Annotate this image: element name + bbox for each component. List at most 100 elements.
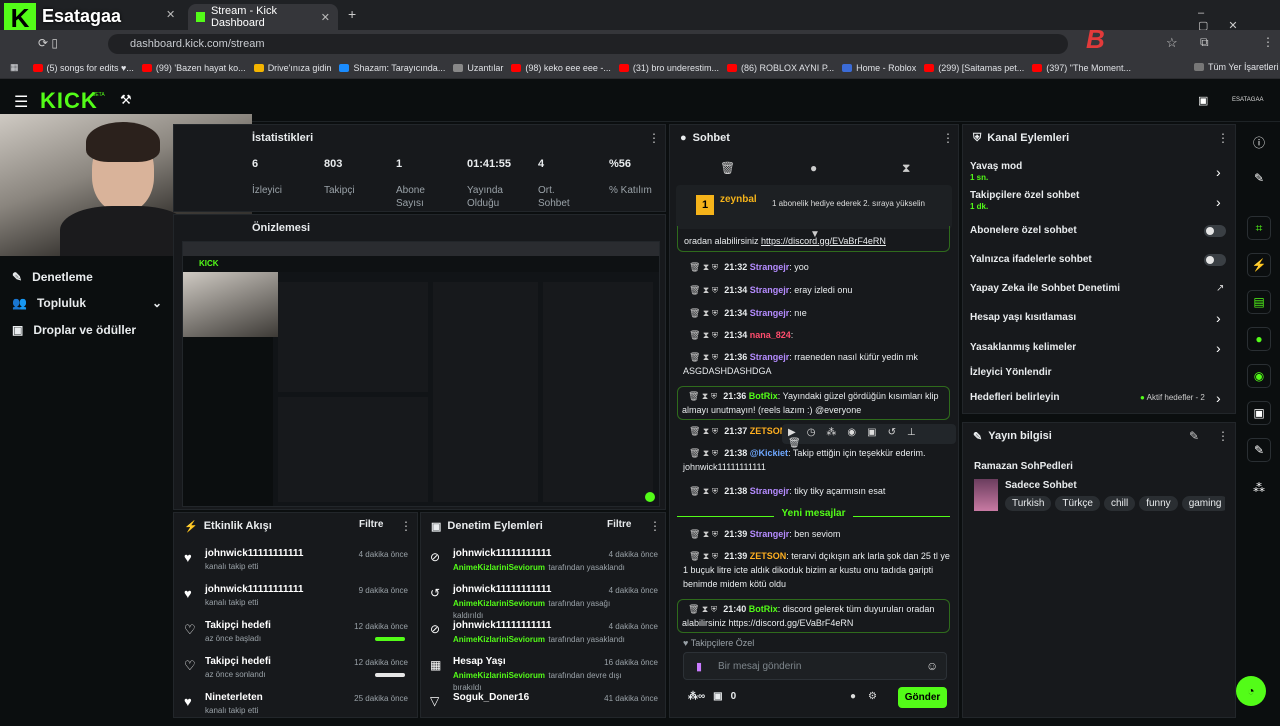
chat-message[interactable]: 🗑 ⧗ ⛨ 21:34 Strangejr: eray izledi onu: [683, 283, 951, 297]
chevron-right-icon[interactable]: ›: [1216, 194, 1221, 210]
bookmark-item[interactable]: Home - Roblox: [842, 63, 916, 73]
mod-tools-icon[interactable]: 🗑 ⧗ ⛨: [689, 529, 718, 539]
message-user[interactable]: nana_824: [750, 330, 791, 340]
stack-icon[interactable]: ▣: [1247, 401, 1271, 425]
mod-tools-icon[interactable]: 🗑 ⧗ ⛨: [688, 391, 717, 401]
message-user[interactable]: Strangejr: [750, 308, 790, 318]
chat-bubble-icon[interactable]: ●: [810, 161, 817, 175]
bookmark-item[interactable]: (299) [Saitamas pet...: [924, 63, 1024, 73]
mod-tools-icon[interactable]: 🗑 ⧗ ⛨: [689, 352, 718, 362]
ai-moderation-label[interactable]: Yapay Zeka ile Sohbet Denetimi: [970, 283, 1120, 294]
nav-buttons[interactable]: ⟳ ▯: [38, 36, 58, 50]
bookmark-item[interactable]: (31) bro underestim...: [618, 63, 719, 73]
discord-link[interactable]: https://discord.gg/EVaBrF4eRN: [761, 236, 886, 246]
chat-message[interactable]: 🗑 ⧗ ⛨ 21:40 BotRix: discord gelerek tüm d…: [677, 599, 950, 633]
chat-message[interactable]: 🗑 ⧗ ⛨ 21:36 BotRix: Yayındaki güzel gördü…: [677, 386, 950, 420]
pinned-user[interactable]: zeynbal: [720, 194, 757, 205]
nav-droplar[interactable]: ▣ Droplar ve ödüller: [12, 323, 136, 337]
chat-message[interactable]: 🗑 ⧗ ⛨ 21:39 Strangejr: ben seviom: [683, 527, 951, 541]
message-user[interactable]: Strangejr: [750, 352, 790, 362]
support-chat-button[interactable]: ◔: [1236, 676, 1266, 706]
bookmark-item[interactable]: (99) 'Bazen hayat ko...: [141, 63, 246, 73]
chevron-right-icon[interactable]: ›: [1216, 390, 1221, 406]
info-icon[interactable]: ⓘ: [1247, 130, 1271, 154]
hamburger-menu-icon[interactable]: ☰: [14, 92, 28, 112]
message-action-toolbar[interactable]: ▶◷⁂◉▣↺⊥🗑: [782, 424, 956, 449]
tab-close-icon[interactable]: ✕: [321, 11, 330, 24]
tab-kick-dashboard[interactable]: Stream - Kick Dashboard ✕: [188, 4, 338, 30]
mod-tools-icon[interactable]: 🗑 ⧗ ⛨: [689, 426, 718, 436]
chat-input[interactable]: ▮ Bir mesaj gönderin ☺: [683, 652, 947, 680]
message-user[interactable]: Strangejr: [750, 529, 790, 539]
bookmark-item[interactable]: (86) ROBLOX AYNI P...: [726, 63, 834, 73]
bookmark-item[interactable]: (397) "The Moment...: [1032, 63, 1131, 73]
set-goals-label[interactable]: Hedefleri belirleyin: [970, 392, 1059, 403]
bookmark-item[interactable]: Uzantılar: [453, 63, 503, 73]
url-field[interactable]: dashboard.kick.com/stream: [108, 34, 1068, 54]
bookmark-star-icon[interactable]: ☆: [1166, 35, 1178, 51]
chat-message[interactable]: 🗑 ⧗ ⛨ 21:32 Strangejr: yoo: [683, 260, 951, 274]
message-user[interactable]: Strangejr: [750, 486, 790, 496]
tag[interactable]: chill: [1103, 496, 1136, 511]
widget-icon[interactable]: ⁂: [1247, 476, 1271, 500]
panel-menu-icon[interactable]: ⋮: [648, 131, 660, 145]
moderation-filter-button[interactable]: Filtre: [607, 519, 631, 530]
message-user[interactable]: @Kickiet: [750, 448, 788, 458]
tag[interactable]: gaming: [1181, 496, 1225, 511]
stream-icon[interactable]: ▣: [1198, 94, 1208, 107]
viewer-redirect-label[interactable]: İzleyici Yönlendir: [970, 367, 1052, 378]
pencil-icon[interactable]: ✎: [1247, 166, 1271, 190]
mod-tools-icon[interactable]: 🗑 ⧗ ⛨: [688, 604, 717, 614]
menu-icon[interactable]: ⋮: [1262, 35, 1274, 49]
edit-pencil-icon[interactable]: ✎: [1189, 429, 1199, 443]
tag[interactable]: funny: [1139, 496, 1178, 511]
bookmark-item[interactable]: (98) keko eee eee -...: [511, 63, 611, 73]
hourglass-icon[interactable]: ⧗: [902, 161, 910, 176]
message-user[interactable]: ZETSON: [750, 426, 787, 436]
bookmark-item[interactable]: Shazam: Tarayıcında...: [339, 63, 445, 73]
bookmark-item[interactable]: Drive'ınıza gidin: [253, 63, 331, 73]
panel-menu-icon[interactable]: ⋮: [1217, 131, 1229, 145]
lightning-icon[interactable]: ⚡: [1247, 253, 1271, 277]
tag[interactable]: Türkçe: [1055, 496, 1100, 511]
apps-icon[interactable]: ▦: [10, 62, 19, 73]
message-user[interactable]: Strangejr: [750, 285, 790, 295]
mod-tools-icon[interactable]: 🗑 ⧗ ⛨: [689, 486, 718, 496]
mod-tools-icon[interactable]: 🗑 ⧗ ⛨: [689, 551, 718, 561]
chevron-right-icon[interactable]: ›: [1216, 340, 1221, 356]
message-user[interactable]: BotRix: [749, 391, 778, 401]
activity-filter-button[interactable]: Filtre: [359, 519, 383, 530]
chat-message[interactable]: 🗑 ⧗ ⛨ 21:34 nana_824:: [683, 328, 951, 342]
slow-mode-label[interactable]: Yavaş mod: [970, 161, 1022, 172]
capture-icon[interactable]: ⌗: [1247, 216, 1271, 240]
emote-only-toggle[interactable]: [1204, 254, 1226, 266]
document-icon[interactable]: ▤: [1247, 290, 1271, 314]
send-button[interactable]: Gönder: [898, 687, 947, 708]
chat-message[interactable]: 🗑 ⧗ ⛨ 21:39 ZETSON: terarvi dçıkışın ark …: [683, 549, 951, 591]
new-tab-button[interactable]: +: [348, 6, 356, 22]
mic-icon[interactable]: ▮: [696, 660, 702, 673]
window-controls[interactable]: –▢✕: [1198, 7, 1280, 32]
tab-close-icon[interactable]: ✕: [166, 8, 175, 21]
chat-message[interactable]: 🗑 ⧗ ⛨ 21:36 Strangejr: rraeneden nasıl kü…: [683, 350, 951, 378]
chat-settings-icons[interactable]: ●⚙: [850, 691, 889, 702]
account-age-label[interactable]: Hesap yaşı kısıtlaması: [970, 312, 1076, 323]
message-user[interactable]: ZETSON: [750, 551, 787, 561]
external-link-icon[interactable]: ↗: [1216, 283, 1224, 294]
mod-tools-icon[interactable]: 🗑 ⧗ ⛨: [689, 308, 718, 318]
panel-menu-icon[interactable]: ⋮: [649, 519, 661, 533]
hammer-icon[interactable]: ⚒: [120, 92, 132, 108]
nav-denetleme[interactable]: ✎ Denetleme: [12, 270, 93, 284]
chat-icon[interactable]: ●: [1247, 327, 1271, 351]
panel-menu-icon[interactable]: ⋮: [942, 131, 954, 145]
all-bookmarks[interactable]: Tüm Yer İşaretleri: [1194, 62, 1279, 72]
mod-tools-icon[interactable]: 🗑 ⧗ ⛨: [689, 330, 718, 340]
subs-only-toggle[interactable]: [1204, 225, 1226, 237]
banned-words-label[interactable]: Yasaklanmış kelimeler: [970, 342, 1076, 353]
wrench-icon[interactable]: ✎: [1247, 438, 1271, 462]
nav-topluluk[interactable]: 👥 Topluluk ⌄: [12, 296, 162, 310]
tag[interactable]: Turkish: [1005, 496, 1052, 511]
points-display[interactable]: ⁂∞ ▣ 0: [688, 691, 736, 702]
chat-message[interactable]: 🗑 ⧗ ⛨ 21:38 @Kickiet: Takip ettiğin için …: [683, 446, 951, 474]
followers-only-chat-label[interactable]: Takipçilere özel sohbet: [970, 190, 1079, 201]
